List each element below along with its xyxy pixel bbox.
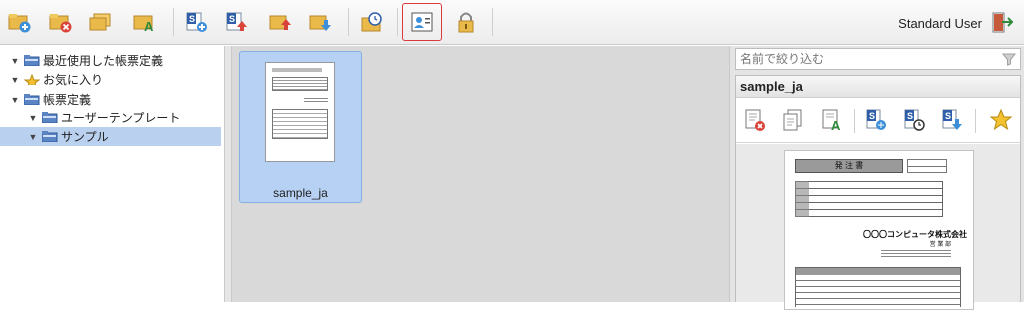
folder-delete-icon [49, 14, 72, 33]
filter-input[interactable] [736, 49, 996, 69]
expand-caret-icon[interactable]: ▼ [10, 95, 20, 105]
panel-splitter[interactable] [224, 46, 232, 302]
form-tree: ▼ 最近使用した帳票定義 ▼ お気に入り ▼ 帳票定義 ▼ ユーザーテンプレート… [0, 46, 228, 302]
lock-icon [458, 12, 474, 33]
source-schedule-icon: S [904, 109, 925, 131]
expand-caret-icon[interactable]: ▼ [10, 75, 20, 85]
favorite-button[interactable] [988, 107, 1014, 133]
source-publish-icon: S [866, 109, 886, 130]
tree-item-recent[interactable]: ▼ 最近使用した帳票定義 [0, 51, 221, 70]
folder-copy-icon [89, 13, 111, 31]
download-button[interactable]: S [939, 107, 965, 133]
filter-icon[interactable] [1002, 52, 1016, 66]
detail-title: sample_ja [736, 76, 1020, 98]
tree-item-label: 最近使用した帳票定義 [43, 54, 164, 68]
import-button[interactable] [265, 6, 297, 38]
main-toolbar: A S S Standard User [0, 0, 1024, 45]
svg-text:S: S [945, 111, 951, 121]
tree-item-user-templates[interactable]: ▼ ユーザーテンプレート [0, 108, 221, 127]
detail-pane: sample_ja A S S S [729, 46, 1024, 310]
rename-button[interactable]: A [819, 107, 845, 133]
expand-caret-icon[interactable]: ▼ [28, 132, 38, 142]
preview-dept: 営 業 部 [929, 242, 951, 248]
toolbar-separator [492, 8, 493, 36]
folder-add-icon [8, 14, 31, 33]
svg-text:S: S [189, 14, 195, 24]
star-icon [990, 109, 1012, 131]
detail-panel: sample_ja A S S S 発 注 書 〇〇〇コンピュータ株式会社 営 … [735, 75, 1021, 310]
folder-export-icon [309, 15, 331, 31]
filter-box [735, 48, 1021, 70]
form-preview: 発 注 書 〇〇〇コンピュータ株式会社 営 業 部 [736, 144, 1020, 310]
rename-form-button[interactable]: A [129, 6, 161, 38]
tree-item-label: サンプル [61, 130, 109, 144]
tree-item-label: 帳票定義 [43, 93, 92, 107]
tree-item-label: ユーザーテンプレート [61, 111, 181, 125]
upload-source-button[interactable]: S [221, 6, 253, 38]
tree-item-form-definitions[interactable]: ▼ 帳票定義 [0, 90, 221, 109]
preview-title: 発 注 書 [795, 159, 903, 173]
toolbar-separator [975, 109, 976, 133]
delete-button[interactable] [742, 107, 768, 133]
user-info-button[interactable] [402, 3, 442, 41]
preview-company: 〇〇〇コンピュータ株式会社 [863, 230, 967, 239]
toolbar-separator [173, 8, 174, 36]
user-card-icon [411, 12, 433, 32]
toolbar-separator [397, 8, 398, 36]
logout-button[interactable] [986, 6, 1018, 38]
user-name-label: Standard User [898, 16, 982, 31]
logout-icon [992, 12, 1014, 33]
folder-icon [24, 94, 40, 105]
document-copy-icon [783, 109, 802, 131]
preview-sheet: 発 注 書 〇〇〇コンピュータ株式会社 営 業 部 [784, 150, 974, 310]
svg-text:A: A [831, 118, 841, 132]
source-upload-icon: S [226, 12, 247, 31]
add-source-button[interactable]: S [181, 6, 213, 38]
tree-item-favorites[interactable]: ▼ お気に入り [0, 70, 221, 89]
svg-text:S: S [229, 14, 235, 24]
folder-icon [24, 55, 40, 66]
expand-caret-icon[interactable]: ▼ [28, 113, 38, 123]
folder-rename-icon: A [133, 15, 154, 33]
document-rename-icon: A [822, 109, 841, 132]
document-delete-icon [745, 109, 765, 131]
folder-icon [42, 112, 58, 123]
toolbar-separator [348, 8, 349, 36]
export-button[interactable] [305, 6, 337, 38]
source-add-icon: S [186, 12, 207, 32]
detail-toolbar: A S S S [736, 99, 1020, 143]
folder-icon [42, 131, 58, 142]
publish-button[interactable]: S [863, 107, 889, 133]
svg-text:S: S [907, 111, 913, 121]
history-button[interactable] [357, 6, 389, 38]
lock-button[interactable] [450, 6, 482, 38]
form-card[interactable]: sample_ja [239, 51, 362, 203]
toolbar-separator [854, 109, 855, 133]
form-thumbnail [265, 62, 335, 162]
tree-item-label: お気に入り [43, 73, 104, 87]
tree-item-samples[interactable]: ▼ サンプル [0, 127, 221, 146]
copy-form-button[interactable] [85, 6, 117, 38]
copy-button[interactable] [780, 107, 806, 133]
schedule-button[interactable]: S [901, 107, 927, 133]
expand-caret-icon[interactable]: ▼ [10, 56, 20, 66]
history-icon [361, 12, 382, 32]
folder-import-icon [269, 15, 291, 30]
delete-form-button[interactable] [45, 6, 77, 38]
new-form-button[interactable] [4, 6, 36, 38]
form-card-label: sample_ja [273, 186, 328, 200]
star-icon [24, 74, 40, 85]
form-list-area: sample_ja [232, 46, 729, 302]
svg-text:A: A [144, 19, 154, 33]
svg-text:S: S [869, 111, 875, 121]
source-download-icon: S [942, 109, 962, 130]
